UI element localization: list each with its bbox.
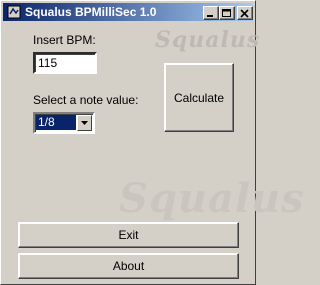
bpm-input[interactable]: 115 xyxy=(33,52,97,74)
dropdown-button[interactable] xyxy=(77,115,92,131)
bpm-input-value: 115 xyxy=(38,56,58,70)
note-value-label: Select a note value: xyxy=(33,93,139,107)
minimize-button[interactable] xyxy=(203,6,219,20)
window-title: Squalus BPMilliSec 1.0 xyxy=(25,5,157,19)
close-icon xyxy=(240,9,249,18)
calculate-button[interactable]: Calculate xyxy=(164,63,234,132)
exit-button[interactable]: Exit xyxy=(18,222,239,248)
app-icon xyxy=(7,5,21,19)
app-window: Squalus BPMilliSec 1.0 Squalus Squalus I… xyxy=(0,0,304,285)
note-value-dropdown[interactable]: 1/8 xyxy=(33,112,95,134)
title-bar[interactable]: Squalus BPMilliSec 1.0 xyxy=(3,3,253,21)
about-button[interactable]: About xyxy=(18,253,239,279)
close-button[interactable] xyxy=(237,6,253,20)
chevron-down-icon xyxy=(81,121,88,125)
brand-logo-small: Squalus xyxy=(155,27,261,53)
note-value-selected: 1/8 xyxy=(36,115,76,130)
maximize-icon xyxy=(222,9,231,17)
minimize-icon xyxy=(207,15,213,17)
bpm-label: Insert BPM: xyxy=(33,33,96,47)
maximize-button[interactable] xyxy=(219,6,235,20)
brand-logo-watermark: Squalus xyxy=(119,175,305,222)
